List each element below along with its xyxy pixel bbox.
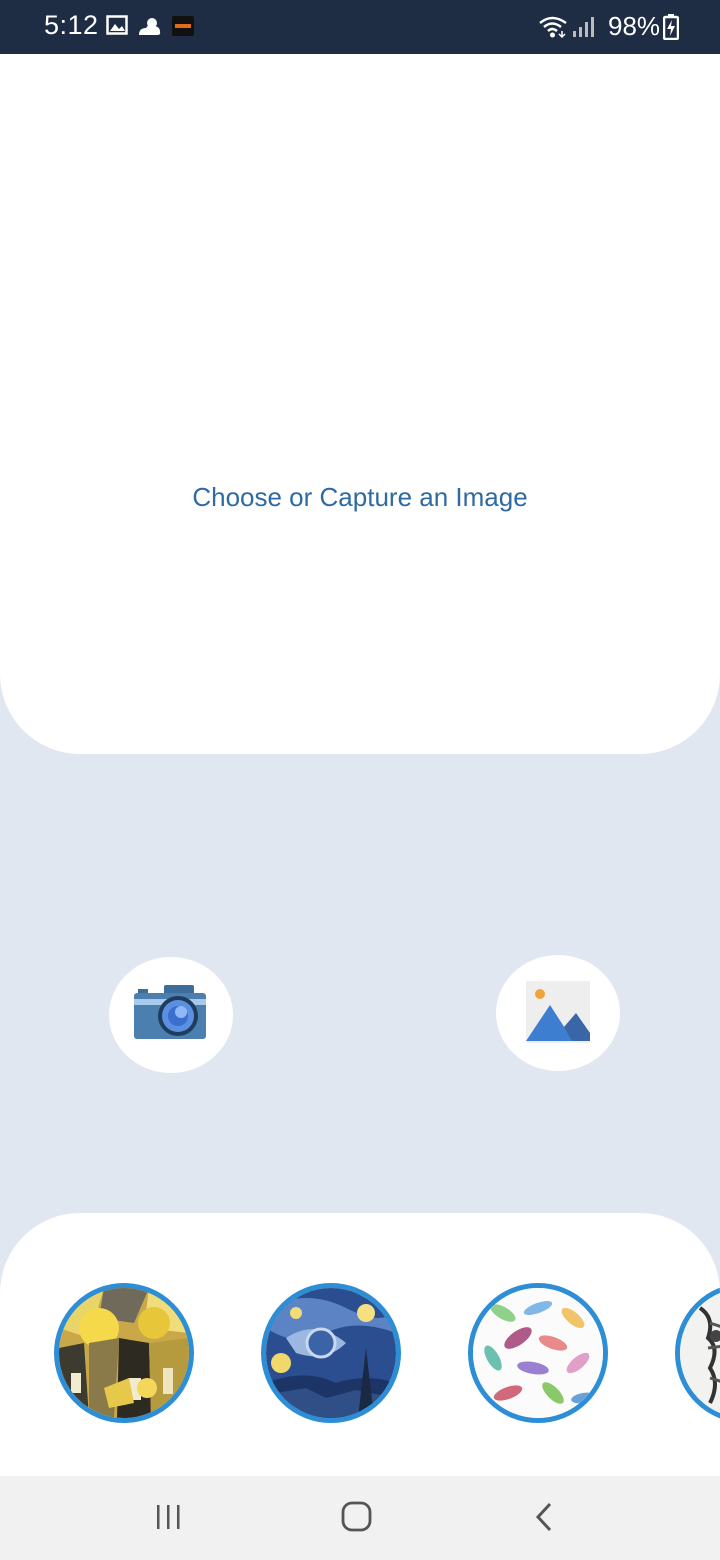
app-notification-icon [172, 16, 194, 41]
camera-icon [134, 984, 208, 1046]
battery-charging-icon [662, 14, 680, 45]
style-selector [0, 1213, 720, 1476]
home-icon[interactable] [340, 1500, 374, 1539]
style-thumb-starry-night[interactable] [261, 1283, 401, 1423]
camera-button[interactable] [109, 957, 233, 1073]
style-starry-night-image [266, 1288, 396, 1418]
recent-apps-icon[interactable] [154, 1502, 184, 1537]
signal-icon [572, 15, 594, 44]
back-icon[interactable] [532, 1500, 556, 1539]
style-thumb-watercolor[interactable] [468, 1283, 608, 1423]
image-preview-area[interactable]: Choose or Capture an Image [0, 54, 720, 754]
gallery-icon [526, 979, 590, 1048]
choose-image-prompt: Choose or Capture an Image [192, 482, 528, 512]
style-thumb-sketch[interactable] [675, 1283, 720, 1423]
status-bar: 5:12 98% [0, 0, 720, 54]
status-time: 5:12 [44, 10, 99, 40]
battery-percentage: 98% [608, 11, 661, 41]
style-sketch-image [680, 1288, 720, 1418]
gallery-button[interactable] [496, 955, 620, 1071]
navigation-bar [0, 1476, 720, 1560]
style-cubist-image [59, 1288, 189, 1418]
weather-icon [136, 14, 164, 43]
style-thumb-cubist[interactable] [54, 1283, 194, 1423]
style-watercolor-image [473, 1288, 603, 1418]
wifi-icon [538, 15, 568, 44]
image-notification-icon [106, 14, 128, 41]
